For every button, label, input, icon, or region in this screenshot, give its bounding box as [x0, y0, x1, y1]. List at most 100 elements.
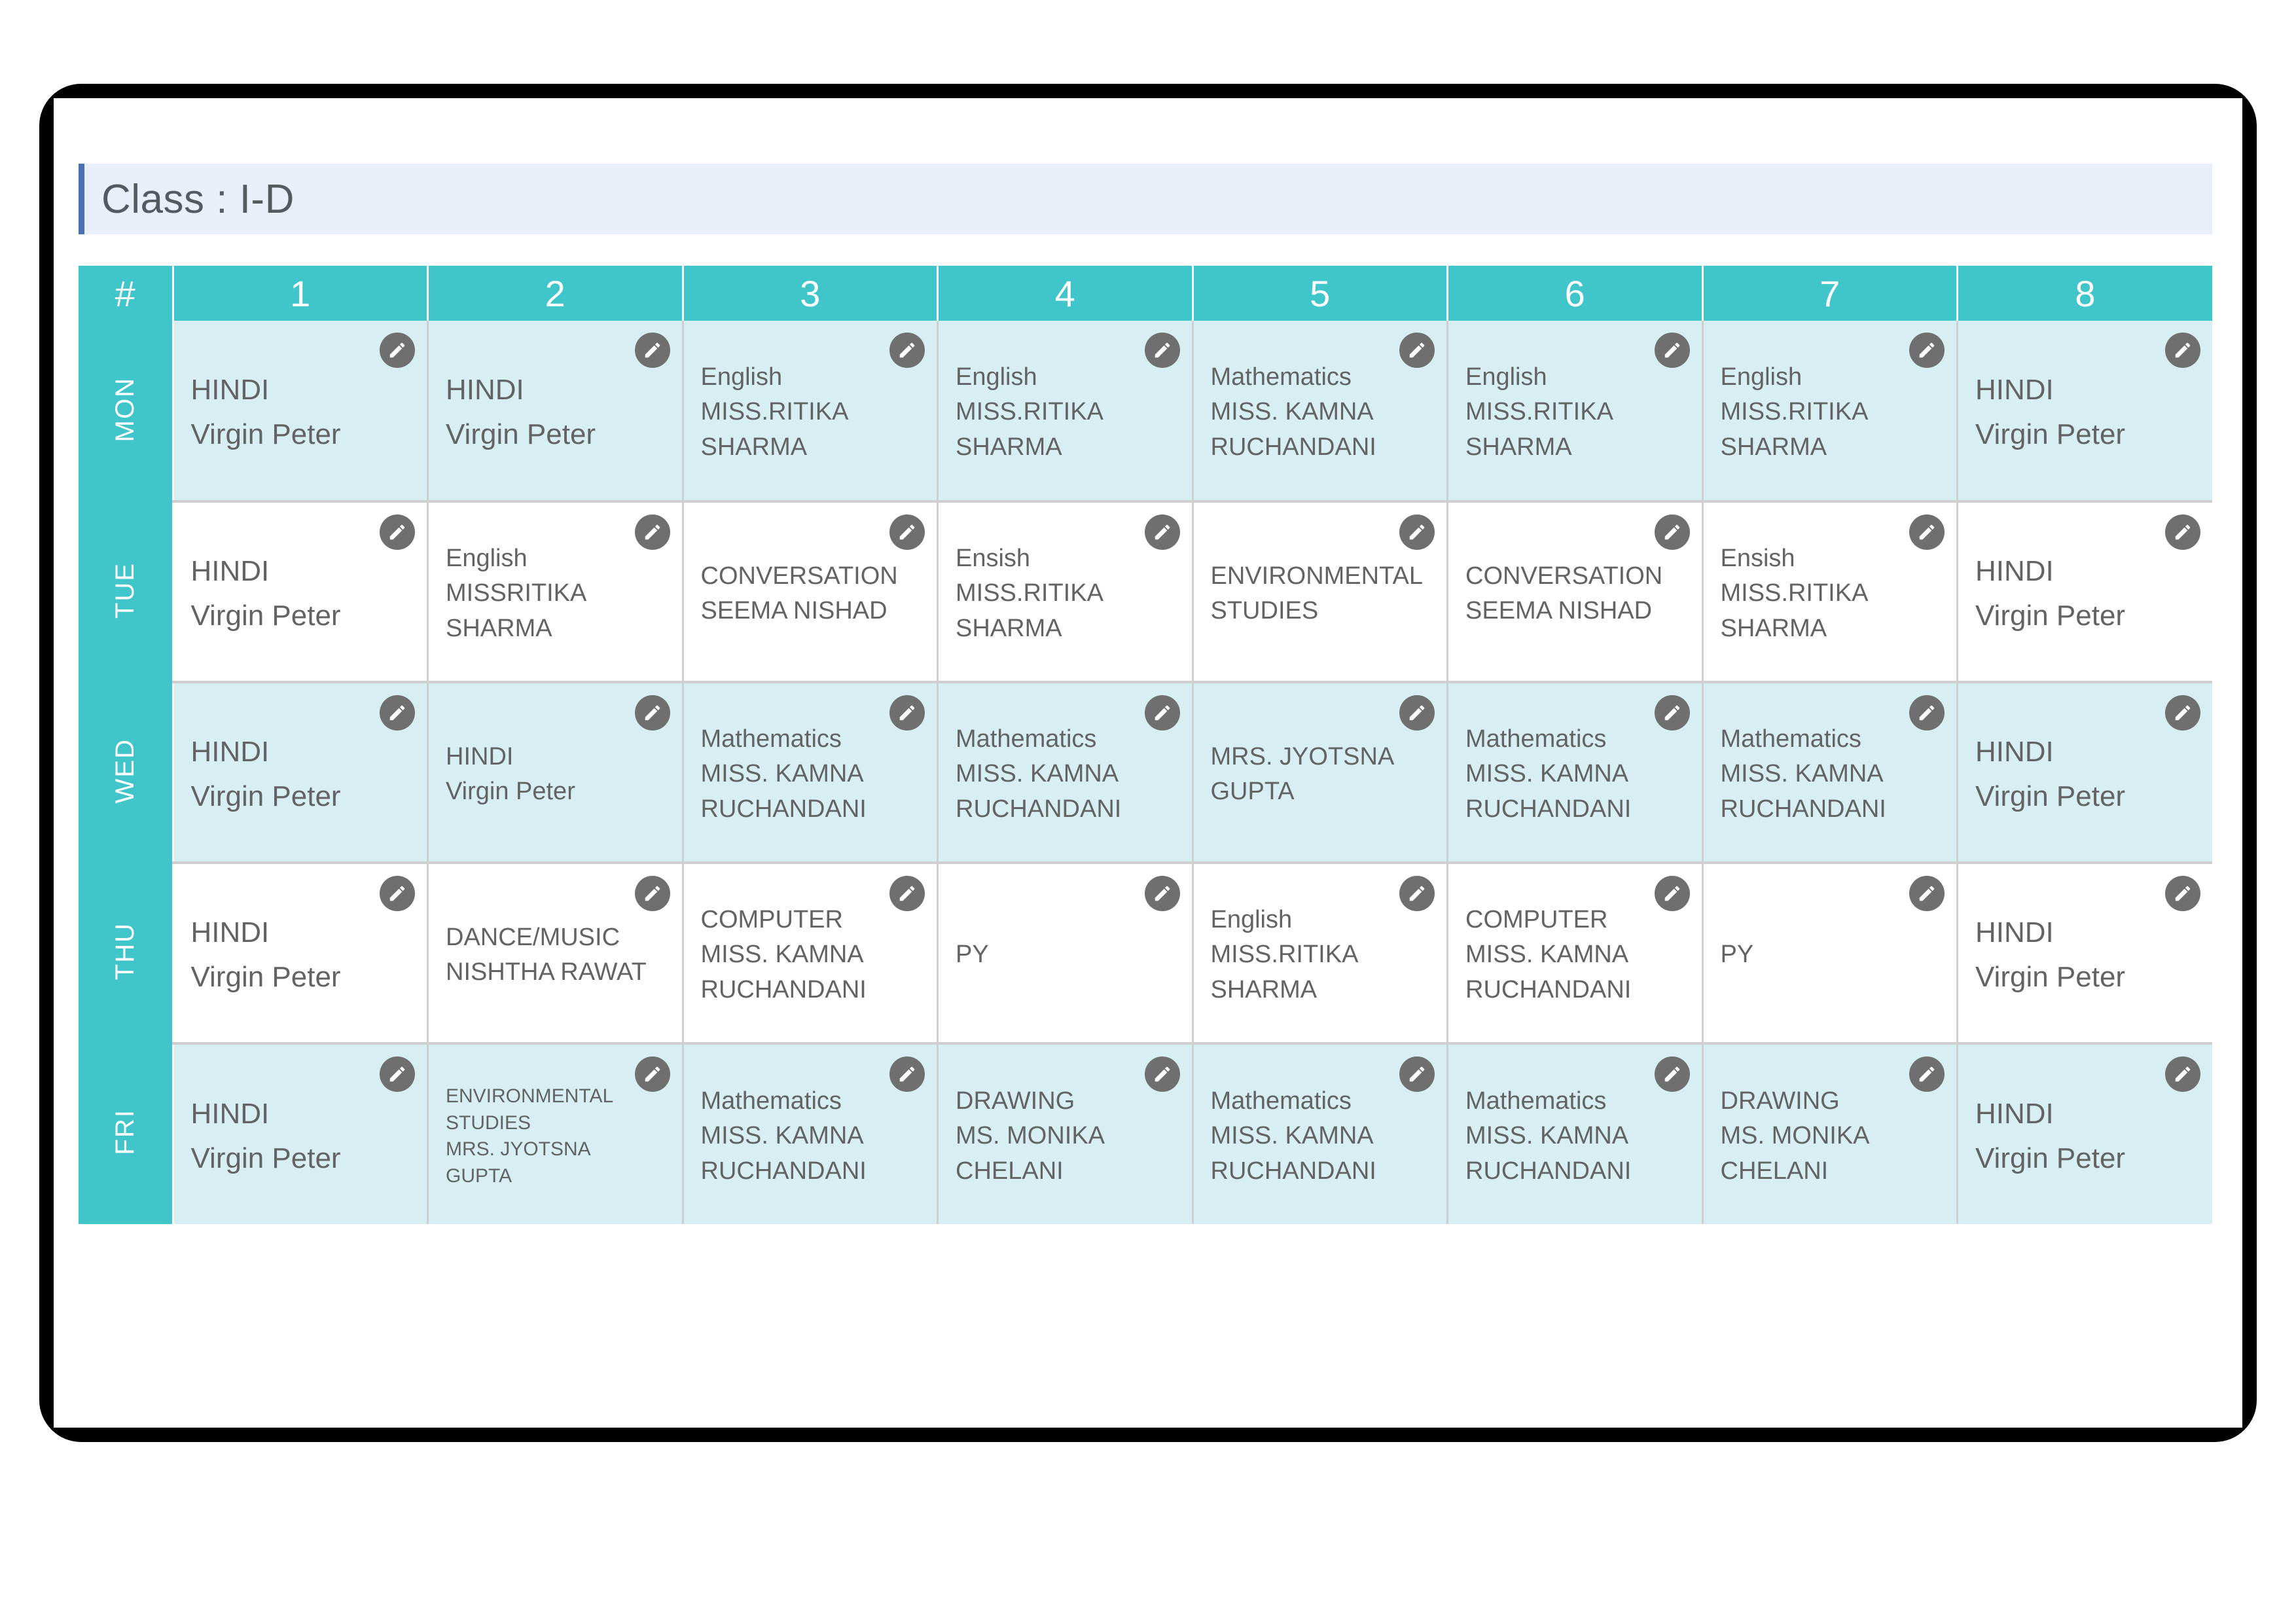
edit-slot-button[interactable]	[1399, 695, 1435, 731]
timetable-slot[interactable]: English MISS.RITIKA SHARMA	[1193, 863, 1448, 1045]
timetable-slot[interactable]: PY	[937, 863, 1194, 1045]
timetable-slot[interactable]: HINDI Virgin Peter	[173, 501, 429, 683]
edit-slot-button[interactable]	[1144, 695, 1180, 731]
timetable-slot[interactable]: HINDI Virgin Peter	[1957, 501, 2212, 683]
edit-slot-button[interactable]	[1909, 514, 1945, 550]
slot-teacher: MISS.RITIKA	[1465, 398, 1613, 426]
timetable-slot[interactable]: Ensish MISS.RITIKA SHARMA	[937, 501, 1194, 683]
edit-slot-button[interactable]	[380, 514, 415, 550]
pencil-icon	[2175, 1066, 2191, 1082]
edit-slot-button[interactable]	[380, 333, 415, 368]
timetable-slot[interactable]: English MISS.RITIKA SHARMA	[1447, 321, 1704, 503]
slot-teacher: MISS.RITIKA	[700, 398, 849, 426]
slot-teacher: SHARMA	[700, 433, 808, 461]
timetable-slot[interactable]: CONVERSATION SEEMA NISHAD	[683, 501, 939, 683]
timetable-slot[interactable]: HINDI Virgin Peter	[427, 321, 684, 503]
timetable-slot[interactable]: HINDI Virgin Peter	[1957, 863, 2212, 1045]
edit-slot-button[interactable]	[2165, 695, 2200, 731]
pencil-icon	[1919, 342, 1935, 358]
timetable-slot[interactable]: CONVERSATION SEEMA NISHAD	[1447, 501, 1704, 683]
edit-slot-button[interactable]	[1654, 514, 1690, 550]
timetable-slot[interactable]: Mathematics MISS. KAMNA RUCHANDANI	[683, 682, 939, 864]
timetable-slot[interactable]: DANCE/MUSIC NISHTHA RAWAT	[427, 863, 684, 1045]
timetable-slot[interactable]: HINDI Virgin Peter	[173, 1043, 429, 1224]
slot-content: COMPUTER MISS. KAMNA RUCHANDANI	[701, 884, 920, 1026]
edit-slot-button[interactable]	[1909, 876, 1945, 911]
edit-slot-button[interactable]	[1909, 695, 1945, 731]
edit-slot-button[interactable]	[889, 876, 925, 911]
timetable-slot[interactable]: DRAWING MS. MONIKA CHELANI	[937, 1043, 1194, 1224]
slot-subject: Mathematics	[1210, 363, 1352, 391]
timetable-slot[interactable]: PY	[1702, 863, 1958, 1045]
timetable-slot[interactable]: ENVIRONMENTAL STUDIES MRS. JYOTSNA GUPTA	[427, 1043, 684, 1224]
slot-subject: Mathematics	[1720, 725, 1861, 753]
timetable-slot[interactable]: Mathematics MISS. KAMNA RUCHANDANI	[1702, 682, 1958, 864]
edit-slot-button[interactable]	[1144, 876, 1180, 911]
timetable-slot[interactable]: HINDI Virgin Peter	[173, 321, 429, 503]
timetable-slot[interactable]: HINDI Virgin Peter	[427, 682, 684, 864]
edit-slot-button[interactable]	[2165, 514, 2200, 550]
edit-slot-button[interactable]	[1654, 1056, 1690, 1092]
edit-slot-button[interactable]	[1399, 514, 1435, 550]
slot-content: Ensish MISS.RITIKA SHARMA	[1721, 522, 1940, 665]
period-header-7: 7	[1702, 266, 1958, 321]
edit-slot-button[interactable]	[634, 876, 670, 911]
slot-teacher: CHELANI	[1720, 1157, 1829, 1185]
timetable-slot[interactable]: English MISS.RITIKA SHARMA	[937, 321, 1194, 503]
edit-slot-button[interactable]	[380, 876, 415, 911]
timetable-slot[interactable]: COMPUTER MISS. KAMNA RUCHANDANI	[1447, 863, 1704, 1045]
edit-slot-button[interactable]	[1909, 1056, 1945, 1092]
timetable-slot[interactable]: ENVIRONMENTAL STUDIES	[1193, 501, 1448, 683]
slot-content: Mathematics MISS. KAMNA RUCHANDANI	[1465, 1064, 1685, 1208]
timetable-slot[interactable]: Mathematics MISS. KAMNA RUCHANDANI	[1193, 321, 1448, 503]
slot-teacher: RUCHANDANI	[1465, 795, 1632, 823]
edit-slot-button[interactable]	[1144, 1056, 1180, 1092]
edit-slot-button[interactable]	[2165, 1056, 2200, 1092]
edit-slot-button[interactable]	[1654, 876, 1690, 911]
edit-slot-button[interactable]	[634, 514, 670, 550]
timetable-slot[interactable]: Mathematics MISS. KAMNA RUCHANDANI	[937, 682, 1194, 864]
timetable-slot[interactable]: Ensish MISS.RITIKA SHARMA	[1702, 501, 1958, 683]
slot-content: HINDI Virgin Peter	[1975, 884, 2195, 1026]
timetable-slot[interactable]: MRS. JYOTSNA GUPTA	[1193, 682, 1448, 864]
edit-slot-button[interactable]	[1909, 333, 1945, 368]
timetable-slot[interactable]: HINDI Virgin Peter	[1957, 321, 2212, 503]
slot-teacher: MISS. KAMNA	[1720, 760, 1884, 788]
slot-subject: English	[1720, 363, 1803, 391]
edit-slot-button[interactable]	[634, 333, 670, 368]
slot-teacher: MISS.RITIKA	[956, 579, 1103, 607]
edit-slot-button[interactable]	[380, 1056, 415, 1092]
edit-slot-button[interactable]	[634, 695, 670, 731]
timetable-slot[interactable]: Mathematics MISS. KAMNA RUCHANDANI	[683, 1043, 939, 1224]
timetable-slot[interactable]: Mathematics MISS. KAMNA RUCHANDANI	[1193, 1043, 1448, 1224]
edit-slot-button[interactable]	[889, 514, 925, 550]
edit-slot-button[interactable]	[380, 695, 415, 731]
timetable-slot[interactable]: COMPUTER MISS. KAMNA RUCHANDANI	[683, 863, 939, 1045]
edit-slot-button[interactable]	[889, 1056, 925, 1092]
edit-slot-button[interactable]	[2165, 333, 2200, 368]
timetable-slot[interactable]: Mathematics MISS. KAMNA RUCHANDANI	[1447, 682, 1704, 864]
slot-teacher: MISS. KAMNA	[956, 760, 1119, 788]
timetable-slot[interactable]: HINDI Virgin Peter	[1957, 1043, 2212, 1224]
timetable-slot[interactable]: HINDI Virgin Peter	[1957, 682, 2212, 864]
edit-slot-button[interactable]	[1399, 333, 1435, 368]
edit-slot-button[interactable]	[889, 695, 925, 731]
timetable-slot[interactable]: Mathematics MISS. KAMNA RUCHANDANI	[1447, 1043, 1704, 1224]
timetable-slot[interactable]: HINDI Virgin Peter	[173, 863, 429, 1045]
edit-slot-button[interactable]	[1144, 333, 1180, 368]
edit-slot-button[interactable]	[2165, 876, 2200, 911]
edit-slot-button[interactable]	[889, 333, 925, 368]
slot-subject: CONVERSATION	[1465, 562, 1663, 590]
edit-slot-button[interactable]	[1654, 333, 1690, 368]
edit-slot-button[interactable]	[1654, 695, 1690, 731]
edit-slot-button[interactable]	[1399, 1056, 1435, 1092]
timetable-slot[interactable]: HINDI Virgin Peter	[173, 682, 429, 864]
edit-slot-button[interactable]	[634, 1056, 670, 1092]
timetable-slot[interactable]: English MISS.RITIKA SHARMA	[1702, 321, 1958, 503]
edit-slot-button[interactable]	[1144, 514, 1180, 550]
edit-slot-button[interactable]	[1399, 876, 1435, 911]
timetable-slot[interactable]: English MISSRITIKA SHARMA	[427, 501, 684, 683]
timetable-slot[interactable]: English MISS.RITIKA SHARMA	[683, 321, 939, 503]
slot-content: Mathematics MISS. KAMNA RUCHANDANI	[1465, 703, 1685, 846]
timetable-slot[interactable]: DRAWING MS. MONIKA CHELANI	[1702, 1043, 1958, 1224]
